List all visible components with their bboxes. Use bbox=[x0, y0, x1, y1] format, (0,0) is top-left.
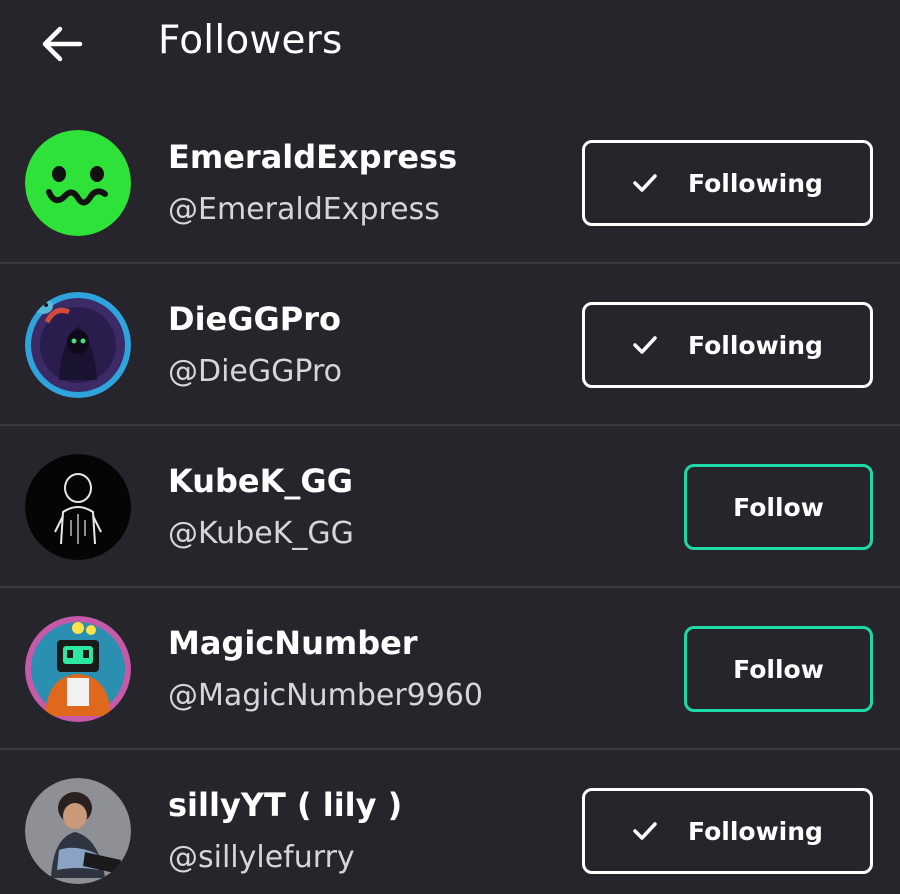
follower-handle: @KubeK_GG bbox=[168, 516, 354, 551]
follower-row: EmeraldExpress @EmeraldExpress Following bbox=[0, 102, 900, 264]
follower-row: KubeK_GG @KubeK_GG Follow bbox=[0, 426, 900, 588]
follower-name[interactable]: DieGGPro bbox=[168, 300, 341, 338]
avatar-robot-character bbox=[25, 616, 131, 722]
button-label: Following bbox=[688, 816, 823, 846]
avatar-emerald-face bbox=[25, 130, 131, 236]
follower-name[interactable]: EmeraldExpress bbox=[168, 138, 457, 176]
button-label: Following bbox=[688, 330, 823, 360]
follow-button[interactable]: Follow bbox=[684, 464, 873, 550]
follower-name[interactable]: MagicNumber bbox=[168, 624, 418, 662]
follower-row: MagicNumber @MagicNumber9960 Follow bbox=[0, 588, 900, 750]
avatar[interactable] bbox=[25, 778, 131, 884]
followers-list: EmeraldExpress @EmeraldExpress Following bbox=[0, 102, 900, 894]
follower-name[interactable]: KubeK_GG bbox=[168, 462, 353, 500]
follower-name[interactable]: sillyYT ( lily ) bbox=[168, 786, 402, 824]
avatar-hooded-character bbox=[25, 292, 131, 398]
arrow-left-icon bbox=[42, 26, 83, 62]
check-icon bbox=[632, 821, 658, 841]
avatar-sketch-figure bbox=[25, 454, 131, 560]
follower-handle: @DieGGPro bbox=[168, 354, 342, 389]
button-label: Following bbox=[688, 168, 823, 198]
avatar[interactable] bbox=[25, 292, 131, 398]
follower-handle: @sillylefurry bbox=[168, 840, 355, 875]
following-button[interactable]: Following bbox=[582, 788, 873, 874]
following-button[interactable]: Following bbox=[582, 302, 873, 388]
following-button[interactable]: Following bbox=[582, 140, 873, 226]
follower-row: sillyYT ( lily ) @sillylefurry Following bbox=[0, 750, 900, 894]
followers-screen: Followers EmeraldExpress @EmeraldExpress… bbox=[0, 0, 900, 894]
check-icon bbox=[632, 173, 658, 193]
avatar[interactable] bbox=[25, 616, 131, 722]
follower-handle: @MagicNumber9960 bbox=[168, 678, 483, 713]
avatar[interactable] bbox=[25, 454, 131, 560]
button-label: Follow bbox=[733, 492, 824, 522]
header: Followers bbox=[0, 0, 900, 100]
page-title: Followers bbox=[158, 18, 343, 63]
follower-handle: @EmeraldExpress bbox=[168, 192, 440, 227]
avatar[interactable] bbox=[25, 130, 131, 236]
check-icon bbox=[632, 335, 658, 355]
button-label: Follow bbox=[733, 654, 824, 684]
back-button[interactable] bbox=[36, 22, 88, 66]
follower-row: DieGGPro @DieGGPro Following bbox=[0, 264, 900, 426]
avatar-girl-character bbox=[25, 778, 131, 884]
follow-button[interactable]: Follow bbox=[684, 626, 873, 712]
